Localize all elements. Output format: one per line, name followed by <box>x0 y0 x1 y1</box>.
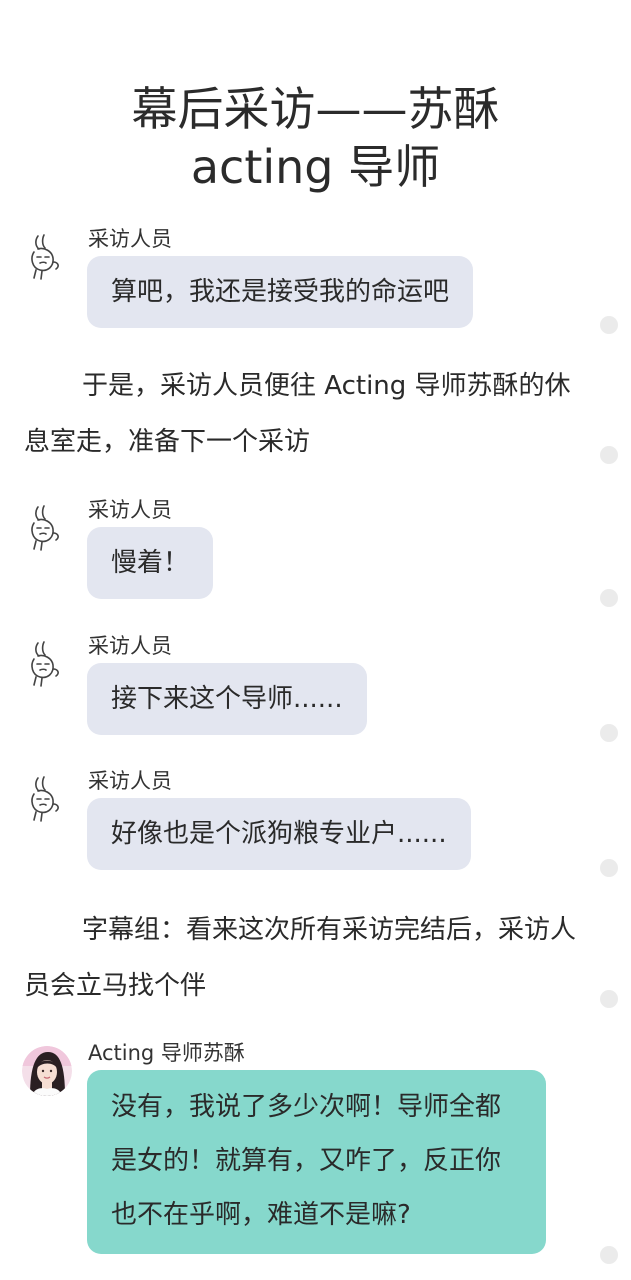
side-dot <box>600 724 618 742</box>
side-dot <box>600 589 618 607</box>
side-dot <box>600 316 618 334</box>
message-bubble[interactable]: 好像也是个派狗粮专业户...... <box>87 798 471 870</box>
page-title: 幕后采访——苏酥 acting 导师 <box>0 80 631 196</box>
sender-name: 采访人员 <box>88 769 172 793</box>
narration-paragraph: 于是，采访人员便往 Acting 导师苏酥的休息室走，准备下一个采访 <box>24 371 571 457</box>
sender-name: 采访人员 <box>88 498 172 522</box>
rabbit-sketch-icon[interactable] <box>22 503 72 553</box>
title-line-1: 幕后采访——苏酥 <box>131 82 500 136</box>
side-dot <box>600 859 618 877</box>
title-line-2: acting 导师 <box>190 140 441 194</box>
side-dot <box>600 446 618 464</box>
sender-name: Acting 导师苏酥 <box>88 1041 245 1065</box>
message-bubble[interactable]: 接下来这个导师...... <box>87 663 367 735</box>
message-bubble[interactable]: 算吧，我还是接受我的命运吧 <box>87 256 474 328</box>
rabbit-sketch-icon[interactable] <box>22 774 72 824</box>
rabbit-sketch-icon[interactable] <box>22 639 72 689</box>
side-dot <box>600 1246 618 1264</box>
sender-name: 采访人员 <box>88 227 172 251</box>
message-bubble[interactable]: 没有，我说了多少次啊！导师全都是女的！就算有，又咋了，反正你也不在乎啊，难道不是… <box>87 1070 546 1254</box>
rabbit-sketch-icon[interactable] <box>22 232 72 282</box>
girl-portrait-avatar[interactable] <box>22 1046 72 1096</box>
chat-story-page: 幕后采访——苏酥 acting 导师 采访人员 算吧，我还是接受我的命运吧 于是… <box>0 0 631 1280</box>
sender-name: 采访人员 <box>88 634 172 658</box>
message-bubble[interactable]: 慢着！ <box>87 527 214 599</box>
narration-paragraph: 字幕组：看来这次所有采访完结后，采访人员会立马找个伴 <box>24 915 577 1001</box>
side-dot <box>600 990 618 1008</box>
